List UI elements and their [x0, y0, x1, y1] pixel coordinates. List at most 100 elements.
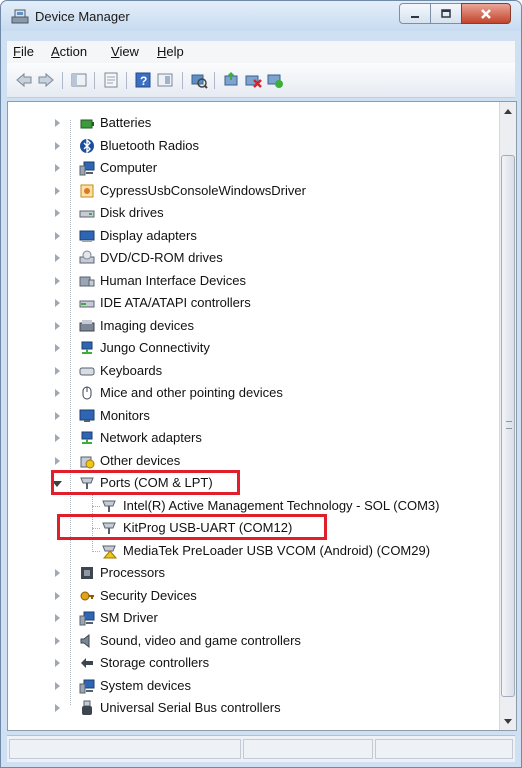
tree-item-label: Network adapters	[100, 430, 202, 445]
device-manager-icon	[11, 9, 29, 24]
menu-bar: File Action View Help	[7, 41, 515, 64]
disk-drive-icon	[79, 210, 95, 218]
security-device-icon	[80, 591, 94, 600]
monitor-icon	[79, 409, 95, 422]
collapsed-triangle-icon[interactable]	[55, 209, 60, 217]
tree-item-label: Monitors	[100, 407, 150, 423]
status-bar	[7, 735, 515, 762]
tree-child-item[interactable]: MediaTek PreLoader USB VCOM (Android) (C…	[8, 540, 500, 562]
collapsed-triangle-icon[interactable]	[55, 141, 60, 150]
collapsed-triangle-icon[interactable]	[55, 389, 60, 397]
tree-item-display-adapters[interactable]: Display adapters	[8, 225, 500, 247]
maximize-button[interactable]	[430, 3, 462, 24]
collapsed-triangle-icon[interactable]	[55, 636, 60, 645]
collapsed-triangle-icon[interactable]	[55, 366, 60, 375]
vertical-scrollbar[interactable]	[499, 102, 516, 730]
port-icon	[102, 500, 116, 512]
tree-item-label: Storage controllers	[100, 655, 210, 670]
tree-item-batteries[interactable]: Batteries	[8, 112, 500, 134]
uninstall-device-icon[interactable]	[244, 71, 262, 89]
toolbar-separator	[94, 72, 95, 89]
collapsed-triangle-icon[interactable]	[55, 614, 60, 622]
tree-item-label: Universal Serial Bus controllers	[100, 700, 281, 715]
hid-icon	[79, 276, 95, 286]
tree-item-security-devices[interactable]: Security Devices	[8, 585, 500, 607]
tree-item-network-adapters[interactable]: Network adapters	[8, 427, 500, 449]
ide-controller-icon	[79, 300, 95, 308]
collapsed-triangle-icon[interactable]	[55, 254, 60, 262]
tree-item-label: Jungo Connectivity	[100, 340, 210, 355]
collapsed-triangle-icon[interactable]	[55, 164, 60, 172]
tree-item-system-devices[interactable]: System devices	[8, 675, 500, 697]
tree-item-monitors[interactable]: Monitors	[8, 405, 500, 427]
speaker-icon	[80, 633, 90, 648]
collapsed-triangle-icon[interactable]	[55, 119, 60, 127]
forward-arrow-icon[interactable]	[37, 71, 55, 89]
tree-item-label: Imaging devices	[100, 317, 194, 333]
dvd-drive-icon	[79, 250, 95, 264]
collapsed-triangle-icon[interactable]	[55, 186, 60, 195]
tree-item-keyboards[interactable]: Keyboards	[8, 360, 500, 382]
highlight-kitprog-port	[57, 514, 327, 540]
enable-device-icon[interactable]	[266, 71, 284, 89]
collapsed-triangle-icon[interactable]	[55, 231, 60, 240]
tree-item-sound-video-and-game-controllers[interactable]: Sound, video and game controllers	[8, 630, 500, 652]
storage-controller-icon	[81, 658, 93, 668]
device-manager-window: Device Manager File Action View Help ? B…	[0, 0, 522, 768]
tree-item-dvd-cd-rom-drives[interactable]: DVD/CD-ROM drives	[8, 247, 500, 269]
tree-item-storage-controllers[interactable]: Storage controllers	[8, 652, 500, 674]
tree-item-human-interface-devices[interactable]: Human Interface Devices	[8, 270, 500, 292]
collapsed-triangle-icon[interactable]	[55, 344, 60, 352]
back-arrow-icon[interactable]	[15, 71, 33, 89]
tree-item-label: Keyboards	[100, 362, 163, 378]
collapsed-triangle-icon[interactable]	[55, 659, 60, 667]
tree-item-universal-serial-bus-controllers[interactable]: Universal Serial Bus controllers	[8, 697, 500, 719]
update-driver-icon[interactable]	[222, 71, 240, 89]
collapsed-triangle-icon[interactable]	[55, 299, 60, 307]
title-bar[interactable]: Device Manager	[1, 1, 521, 31]
collapsed-triangle-icon[interactable]	[55, 704, 60, 712]
toolbar: ?	[7, 63, 515, 98]
port-warning-icon	[102, 545, 117, 558]
tree-item-disk-drives[interactable]: Disk drives	[8, 202, 500, 224]
tree-item-computer[interactable]: Computer	[8, 157, 500, 179]
tree-item-ide-ata-atapi-controllers[interactable]: IDE ATA/ATAPI controllers	[8, 292, 500, 314]
tree-child-label: Intel(R) Active Management Technology - …	[123, 497, 440, 513]
tree-child-label: MediaTek PreLoader USB VCOM (Android) (C…	[123, 542, 431, 558]
minimize-button[interactable]	[399, 3, 431, 24]
scroll-down-button[interactable]	[500, 713, 516, 730]
view-icon[interactable]	[156, 71, 174, 89]
help-icon[interactable]: ?	[134, 71, 152, 89]
collapsed-triangle-icon[interactable]	[55, 434, 60, 442]
scroll-thumb[interactable]	[501, 155, 515, 697]
scan-hardware-changes-icon[interactable]	[190, 71, 208, 89]
tree-item-mice-and-other-pointing-devices[interactable]: Mice and other pointing devices	[8, 382, 500, 404]
show-hide-console-tree-icon[interactable]	[70, 71, 88, 89]
collapsed-triangle-icon[interactable]	[55, 569, 60, 577]
tree-item-label: Computer	[100, 160, 158, 175]
tree-item-cypressusbconsolewindowsdriver[interactable]: CypressUsbConsoleWindowsDriver	[8, 180, 500, 202]
collapsed-triangle-icon[interactable]	[55, 681, 60, 690]
close-button[interactable]	[461, 3, 511, 24]
collapsed-triangle-icon[interactable]	[55, 591, 60, 600]
display-adapter-icon	[79, 230, 95, 242]
menu-action[interactable]: Action	[51, 44, 87, 59]
collapsed-triangle-icon[interactable]	[55, 321, 60, 330]
status-pane	[243, 739, 373, 759]
tree-item-imaging-devices[interactable]: Imaging devices	[8, 315, 500, 337]
tree-item-jungo-connectivity[interactable]: Jungo Connectivity	[8, 337, 500, 359]
tree-item-sm-driver[interactable]: SM Driver	[8, 607, 500, 629]
collapsed-triangle-icon[interactable]	[55, 411, 60, 420]
tree-item-bluetooth-radios[interactable]: Bluetooth Radios	[8, 135, 500, 157]
menu-view[interactable]: View	[111, 44, 139, 59]
driver-icon	[80, 184, 94, 197]
collapsed-triangle-icon[interactable]	[55, 456, 60, 465]
scroll-up-button[interactable]	[500, 102, 516, 119]
collapsed-triangle-icon[interactable]	[55, 276, 60, 285]
menu-help[interactable]: Help	[157, 44, 184, 59]
properties-sheet-icon[interactable]	[102, 71, 120, 89]
tree-item-processors[interactable]: Processors	[8, 562, 500, 584]
chevron-down-icon	[504, 718, 512, 724]
tree-item-other-devices[interactable]: Other devices	[8, 450, 500, 472]
menu-file[interactable]: File	[13, 44, 34, 59]
